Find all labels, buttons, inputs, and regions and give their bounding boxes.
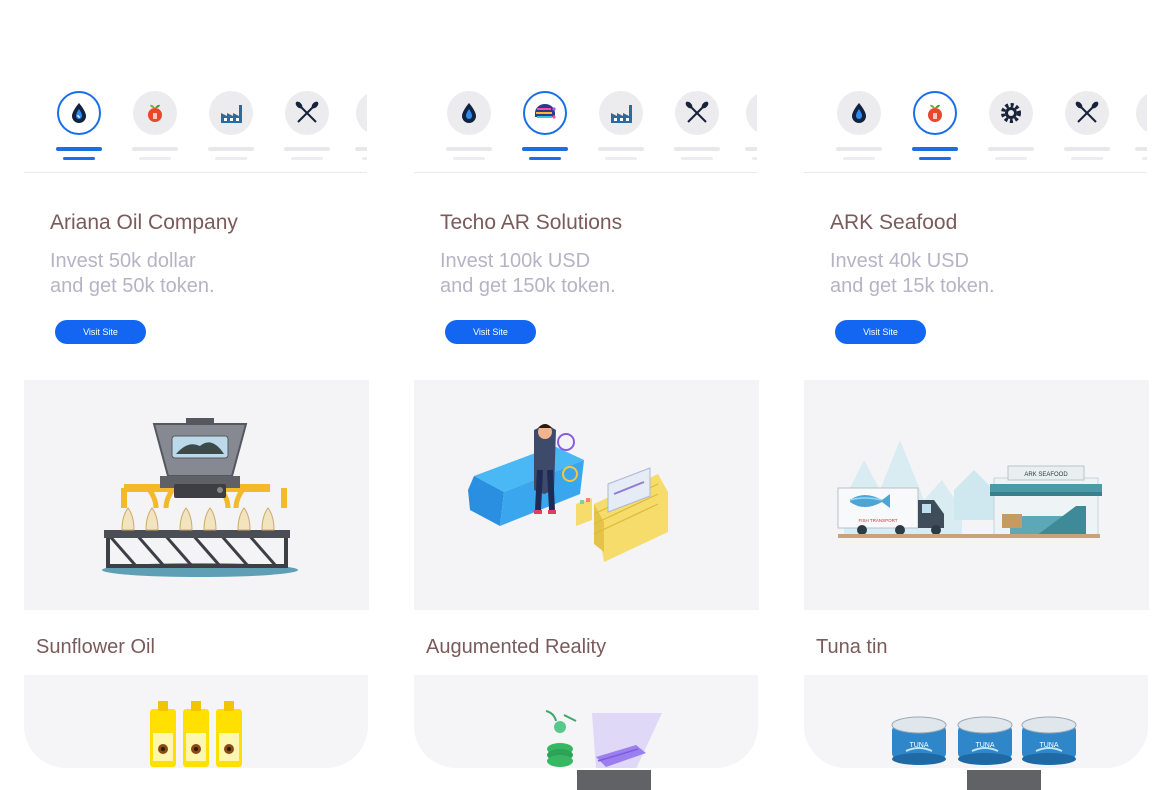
- warehouse-sign: ARK SEAFOOD: [1024, 472, 1068, 478]
- ar-device-illustration: [545, 710, 662, 768]
- partial-icon: [1136, 91, 1147, 135]
- tab-food[interactable]: [912, 91, 958, 161]
- factory-icon: [209, 91, 253, 135]
- ar-illustration: [414, 380, 759, 610]
- oil-drop-icon: [837, 91, 881, 135]
- tab-food[interactable]: [132, 91, 178, 161]
- category-tab-strip: [24, 88, 367, 173]
- tab-industry[interactable]: [598, 91, 644, 161]
- category-tab-strip: [414, 88, 757, 173]
- factory-icon: [599, 91, 643, 135]
- oil-drop-icon: [447, 91, 491, 135]
- oil-drop-icon: [57, 91, 101, 135]
- crossed-oars-icon: [285, 91, 329, 135]
- seafood-logistics-illustration: ARK SEAFOOD FISH TRANSPORT: [804, 380, 1149, 610]
- category-tab-strip: [804, 88, 1147, 173]
- tab-seafood[interactable]: [674, 91, 720, 161]
- gear-icon: [989, 91, 1033, 135]
- investment-description: Invest 100k USD and get 150k token.: [440, 250, 616, 297]
- product-panel: TUNA TUNA TUNA: [804, 675, 1148, 768]
- fruit-basket-icon: [913, 91, 957, 135]
- tab-more[interactable]: [355, 91, 367, 161]
- company-name: Techo AR Solutions: [440, 211, 623, 234]
- oil-press-illustration: [24, 380, 369, 610]
- tab-seafood[interactable]: [284, 91, 330, 161]
- visit-site-button[interactable]: Visit Site: [55, 320, 146, 344]
- investment-description: Invest 50k dollar and get 50k token.: [50, 250, 215, 297]
- visit-site-button[interactable]: Visit Site: [835, 320, 926, 344]
- scroll-tab[interactable]: [967, 770, 1041, 790]
- fruit-basket-icon: [133, 91, 177, 135]
- investment-description: Invest 40k USD and get 15k token.: [830, 250, 995, 297]
- oil-bottles-illustration: [150, 701, 242, 767]
- tab-oil[interactable]: [446, 91, 492, 161]
- company-name: ARK Seafood: [830, 211, 958, 234]
- product-panel: [414, 675, 758, 768]
- partial-icon: [356, 91, 367, 135]
- tab-oil[interactable]: [836, 91, 882, 161]
- company-card-ariana-oil: Ariana Oil Company Invest 50k dollar and…: [24, 0, 369, 790]
- tab-seafood[interactable]: [1064, 91, 1110, 161]
- tab-oil[interactable]: [56, 91, 102, 161]
- tech-brain-icon: [523, 91, 567, 135]
- company-name: Ariana Oil Company: [50, 211, 238, 234]
- visit-site-button[interactable]: Visit Site: [445, 320, 536, 344]
- company-card-ark-seafood: ARK Seafood Invest 40k USD and get 15k t…: [804, 0, 1149, 790]
- tab-industry[interactable]: [208, 91, 254, 161]
- product-title: Tuna tin: [816, 636, 888, 658]
- product-panel: [24, 675, 368, 768]
- tab-tech[interactable]: [522, 91, 568, 161]
- tab-industry[interactable]: [988, 91, 1034, 161]
- scroll-tab[interactable]: [577, 770, 651, 790]
- crossed-oars-icon: [1065, 91, 1109, 135]
- product-title: Augumented Reality: [426, 636, 607, 658]
- tab-more[interactable]: [1135, 91, 1147, 161]
- truck-label: FISH TRANSPORT: [858, 518, 897, 523]
- tuna-tins-illustration: TUNA TUNA TUNA: [891, 716, 1077, 765]
- tab-more[interactable]: [745, 91, 757, 161]
- crossed-oars-icon: [675, 91, 719, 135]
- product-title: Sunflower Oil: [36, 636, 155, 658]
- partial-icon: [746, 91, 757, 135]
- company-card-techo-ar: Techo AR Solutions Invest 100k USD and g…: [414, 0, 759, 790]
